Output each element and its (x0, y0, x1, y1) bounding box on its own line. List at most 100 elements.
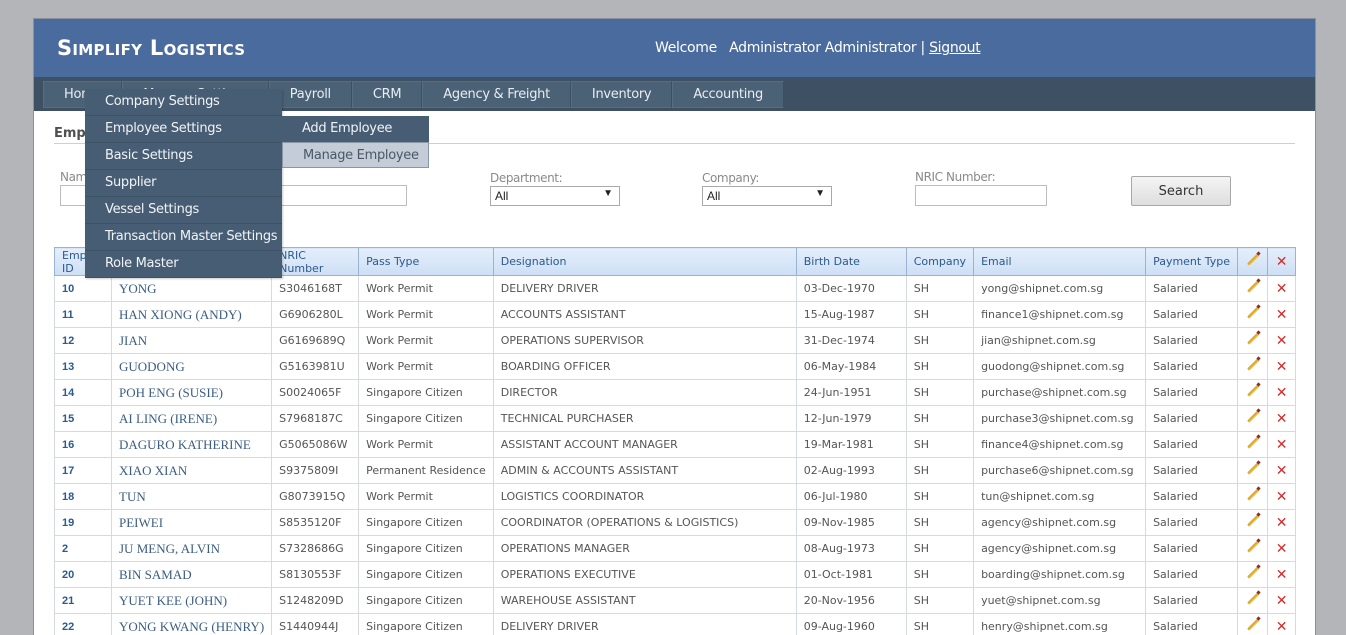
cell-name[interactable]: HAN XIONG (ANDY) (112, 302, 272, 328)
cell-name[interactable]: BIN SAMAD (112, 562, 272, 588)
cell-id[interactable]: 10 (55, 276, 112, 302)
nric-input[interactable] (915, 185, 1047, 206)
cell-name[interactable]: YONG KWANG (HENRY) (112, 614, 272, 635)
manage-settings-dropdown: Company SettingsEmployee SettingsBasic S… (85, 89, 282, 278)
cell-pass: Work Permit (359, 354, 494, 380)
cell-birth: 02-Aug-1993 (796, 458, 906, 484)
delete-button[interactable]: ✕ (1268, 458, 1296, 484)
submenu-item-manage-employee[interactable]: Manage Employee (282, 142, 429, 168)
delete-button[interactable]: ✕ (1268, 484, 1296, 510)
cell-payment: Salaried (1146, 380, 1238, 406)
nav-item-agency-freight[interactable]: Agency & Freight (422, 81, 571, 108)
delete-button[interactable]: ✕ (1268, 302, 1296, 328)
edit-button[interactable] (1238, 406, 1268, 432)
delete-button[interactable]: ✕ (1268, 536, 1296, 562)
pencil-icon (1246, 514, 1260, 528)
cell-id[interactable]: 11 (55, 302, 112, 328)
cell-id[interactable]: 14 (55, 380, 112, 406)
dropdown-item-company-settings[interactable]: Company Settings (85, 89, 282, 116)
edit-button[interactable] (1238, 588, 1268, 614)
delete-button[interactable]: ✕ (1268, 328, 1296, 354)
column-header-company[interactable]: Company (906, 248, 973, 276)
cell-name[interactable]: GUODONG (112, 354, 272, 380)
cell-email: purchase3@shipnet.com.sg (974, 406, 1146, 432)
cell-name[interactable]: XIAO XIAN (112, 458, 272, 484)
delete-button[interactable]: ✕ (1268, 276, 1296, 302)
edit-button[interactable] (1238, 614, 1268, 635)
cell-name[interactable]: JU MENG, ALVIN (112, 536, 272, 562)
dropdown-item-supplier[interactable]: Supplier (85, 170, 282, 197)
dropdown-item-role-master[interactable]: Role Master (85, 251, 282, 278)
delete-button[interactable]: ✕ (1268, 432, 1296, 458)
company-select[interactable]: All ▼ (702, 186, 832, 206)
delete-button[interactable]: ✕ (1268, 588, 1296, 614)
edit-button[interactable] (1238, 458, 1268, 484)
search-button[interactable]: Search (1131, 176, 1231, 206)
cell-id[interactable]: 13 (55, 354, 112, 380)
delete-button[interactable]: ✕ (1268, 614, 1296, 635)
cell-id[interactable]: 18 (55, 484, 112, 510)
cell-id[interactable]: 22 (55, 614, 112, 635)
table-row: 17XIAO XIANS9375809IPermanent ResidenceA… (55, 458, 1296, 484)
cell-pass: Singapore Citizen (359, 406, 494, 432)
cell-id[interactable]: 21 (55, 588, 112, 614)
edit-button[interactable] (1238, 432, 1268, 458)
delete-button[interactable]: ✕ (1268, 510, 1296, 536)
cell-name[interactable]: JIAN (112, 328, 272, 354)
cell-birth: 09-Nov-1985 (796, 510, 906, 536)
cell-designation: TECHNICAL PURCHASER (493, 406, 796, 432)
delete-button[interactable]: ✕ (1268, 354, 1296, 380)
edit-button[interactable] (1238, 484, 1268, 510)
delete-button[interactable]: ✕ (1268, 380, 1296, 406)
edit-button[interactable] (1238, 354, 1268, 380)
column-header-email[interactable]: Email (974, 248, 1146, 276)
column-header-nric-number[interactable]: NRIC Number (272, 248, 359, 276)
submenu-item-add-employee[interactable]: Add Employee (282, 116, 429, 142)
cell-name[interactable]: YONG (112, 276, 272, 302)
cell-name[interactable]: PEIWEI (112, 510, 272, 536)
signout-link[interactable]: Signout (929, 40, 980, 56)
cell-id[interactable]: 19 (55, 510, 112, 536)
table-row: 16DAGURO KATHERINEG5065086WWork PermitAS… (55, 432, 1296, 458)
cell-name[interactable]: DAGURO KATHERINE (112, 432, 272, 458)
cell-id[interactable]: 20 (55, 562, 112, 588)
dropdown-item-transaction-master-settings[interactable]: Transaction Master Settings (85, 224, 282, 251)
cell-id[interactable]: 12 (55, 328, 112, 354)
cell-id[interactable]: 15 (55, 406, 112, 432)
nav-item-crm[interactable]: CRM (352, 81, 422, 108)
cell-id[interactable]: 16 (55, 432, 112, 458)
column-header-payment-type[interactable]: Payment Type (1146, 248, 1238, 276)
delete-button[interactable]: ✕ (1268, 406, 1296, 432)
cell-birth: 06-May-1984 (796, 354, 906, 380)
table-row: 18TUNG8073915QWork PermitLOGISTICS COORD… (55, 484, 1296, 510)
column-header-designation[interactable]: Designation (493, 248, 796, 276)
nav-item-inventory[interactable]: Inventory (571, 81, 672, 108)
edit-button[interactable] (1238, 328, 1268, 354)
cell-name[interactable]: AI LING (IRENE) (112, 406, 272, 432)
cell-company: SH (906, 302, 973, 328)
delete-button[interactable]: ✕ (1268, 562, 1296, 588)
department-select[interactable]: All ▼ (490, 186, 620, 206)
dropdown-item-basic-settings[interactable]: Basic Settings (85, 143, 282, 170)
cell-id[interactable]: 17 (55, 458, 112, 484)
edit-button[interactable] (1238, 276, 1268, 302)
dropdown-item-employee-settings[interactable]: Employee Settings (85, 116, 282, 143)
x-icon: ✕ (1276, 463, 1288, 479)
cell-name[interactable]: TUN (112, 484, 272, 510)
nav-item-accounting[interactable]: Accounting (672, 81, 784, 108)
edit-button[interactable] (1238, 536, 1268, 562)
cell-company: SH (906, 536, 973, 562)
cell-name[interactable]: YUET KEE (JOHN) (112, 588, 272, 614)
x-icon: ✕ (1276, 307, 1288, 323)
cell-name[interactable]: POH ENG (SUSIE) (112, 380, 272, 406)
dropdown-item-vessel-settings[interactable]: Vessel Settings (85, 197, 282, 224)
edit-button[interactable] (1238, 302, 1268, 328)
x-icon: ✕ (1276, 567, 1288, 583)
column-header-birth-date[interactable]: Birth Date (796, 248, 906, 276)
chevron-down-icon: ▼ (815, 188, 825, 199)
edit-button[interactable] (1238, 562, 1268, 588)
edit-button[interactable] (1238, 380, 1268, 406)
edit-button[interactable] (1238, 510, 1268, 536)
column-header-pass-type[interactable]: Pass Type (359, 248, 494, 276)
cell-id[interactable]: 2 (55, 536, 112, 562)
